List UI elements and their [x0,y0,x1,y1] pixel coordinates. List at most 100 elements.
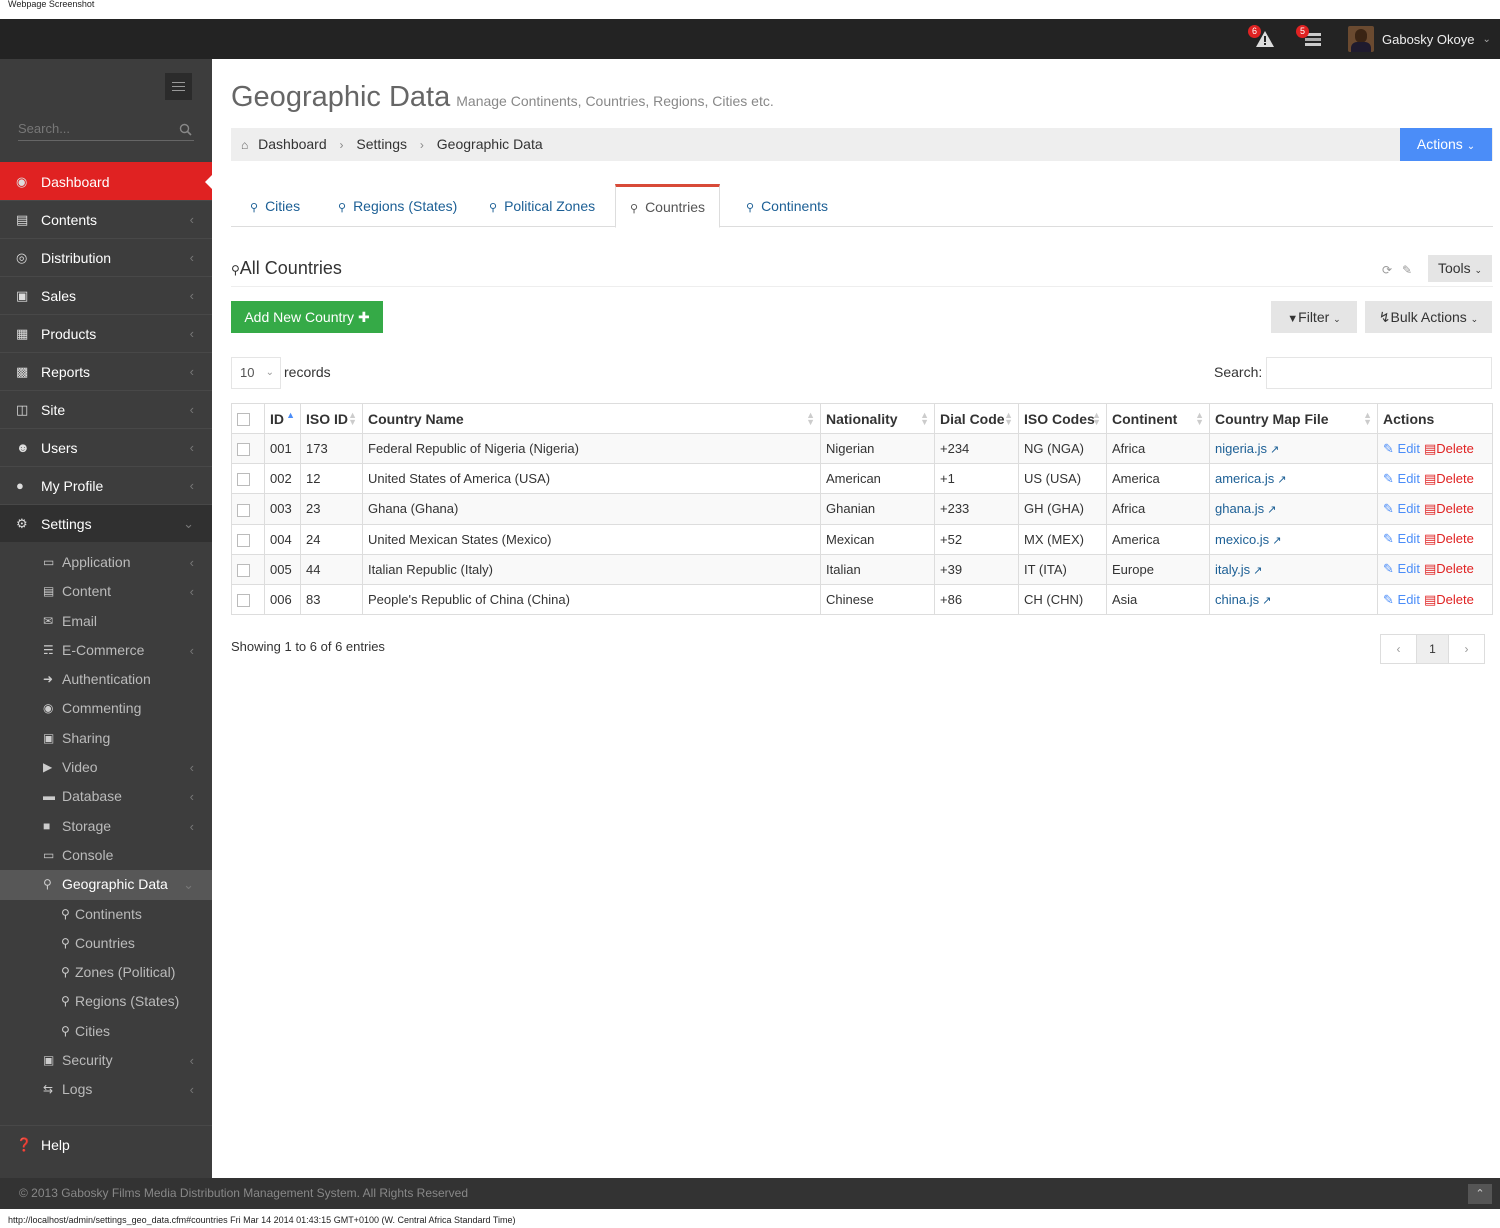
map-file-link[interactable]: america.js [1215,471,1274,486]
search-icon[interactable] [179,123,192,139]
actions-dropdown-button[interactable]: Actions ⌄ [1400,128,1492,161]
geo-item-regions[interactable]: ⚲ Regions (States) [0,987,212,1016]
delete-link[interactable]: ▤Delete [1424,592,1474,607]
pagination-next[interactable]: › [1448,634,1485,664]
map-file-link[interactable]: italy.js [1215,562,1250,577]
table-cell: Italian Republic (Italy) [362,553,821,585]
geo-item-zones[interactable]: ⚲ Zones (Political) [0,958,212,987]
sidebar-item-settings[interactable]: ⚙ Settings ⌄ [0,504,212,542]
row-checkbox[interactable] [237,533,250,547]
column-header-id[interactable]: ID ▲ [264,403,301,434]
column-header-nationality[interactable]: Nationality ▲ ▼ [820,403,935,434]
sidebar-item-contents[interactable]: ▤ Contents ‹ [0,200,212,238]
map-file-link[interactable]: nigeria.js [1215,441,1267,456]
database-icon: ▬ [43,789,55,804]
column-header-country-name[interactable]: Country Name ▲ ▼ [362,403,821,434]
edit-link[interactable]: ✎ Edit [1383,561,1420,576]
settings-item-ecommerce[interactable]: ☴ E-Commerce ‹ [0,636,212,665]
add-new-country-button[interactable]: Add New Country ✚ [231,301,383,333]
geo-item-continents[interactable]: ⚲ Continents [0,900,212,929]
settings-item-storage[interactable]: ■ Storage ‹ [0,812,212,841]
records-per-page-select[interactable]: 10 ⌄ [231,357,281,389]
sidebar-item-dashboard[interactable]: ◉ Dashboard [0,162,213,200]
settings-item-security[interactable]: ▣ Security ‹ [0,1046,212,1075]
edit-link[interactable]: ✎ Edit [1383,441,1420,456]
table-cell: 24 [300,523,363,555]
edit-link[interactable]: ✎ Edit [1383,592,1420,607]
edit-link[interactable]: ✎ Edit [1383,471,1420,486]
external-link-icon[interactable]: ↗ [1267,504,1276,516]
geo-item-countries[interactable]: ⚲ Countries [0,929,212,958]
pagination-page[interactable]: 1 [1416,634,1449,664]
column-header-map-file[interactable]: Country Map File ▲ ▼ [1209,403,1378,434]
column-header-iso-id[interactable]: ISO ID ▲ ▼ [300,403,363,434]
bulk-actions-button[interactable]: ↯Bulk Actions ⌄ [1365,301,1492,333]
table-cell: 173 [300,432,363,465]
delete-link[interactable]: ▤Delete [1424,561,1474,576]
select-all-checkbox[interactable] [237,413,250,427]
sidebar-item-sales[interactable]: ▣ Sales ‹ [0,276,212,314]
sidebar-search-input[interactable]: Search... [18,121,194,141]
sidebar-item-site[interactable]: ◫ Site ‹ [0,390,212,428]
map-file-link[interactable]: ghana.js [1215,501,1264,516]
external-link-icon[interactable]: ↗ [1272,535,1281,547]
sidebar-item-help[interactable]: ❓ Help [0,1125,212,1163]
settings-item-authentication[interactable]: ➜ Authentication [0,665,212,694]
sidebar-item-users[interactable]: ☻ Users ‹ [0,428,212,466]
breadcrumb-settings[interactable]: Settings [356,136,407,152]
alerts-button[interactable]: 6 [1248,25,1276,50]
filter-button[interactable]: ▼Filter ⌄ [1271,301,1357,333]
column-header-dial-code[interactable]: Dial Code ▲ ▼ [934,403,1019,434]
messages-button[interactable]: 5 [1296,25,1324,50]
pagination-prev[interactable]: ‹ [1380,634,1417,664]
tools-dropdown-button[interactable]: Tools ⌄ [1428,255,1492,282]
delete-link[interactable]: ▤Delete [1424,531,1474,546]
column-header-iso-codes[interactable]: ISO Codes ▲ ▼ [1018,403,1107,434]
chevron-up-icon[interactable]: ⌃ [1468,1184,1492,1204]
external-link-icon[interactable]: ↗ [1253,565,1262,577]
sidebar-item-distribution[interactable]: ◎ Distribution ‹ [0,238,212,276]
settings-item-application[interactable]: ▭ Application ‹ [0,548,212,577]
tab-countries[interactable]: ⚲ Countries [615,184,720,228]
settings-item-video[interactable]: ▶ Video ‹ [0,753,212,782]
settings-item-sharing[interactable]: ▣ Sharing [0,724,212,753]
delete-link[interactable]: ▤Delete [1424,441,1474,456]
sidebar-toggle-button[interactable] [165,73,192,100]
tab-political-zones[interactable]: ⚲ Political Zones [489,184,595,227]
geo-item-cities[interactable]: ⚲ Cities [0,1017,212,1046]
table-search-input[interactable] [1266,357,1492,389]
edit-link[interactable]: ✎ Edit [1383,531,1420,546]
settings-item-email[interactable]: ✉ Email [0,607,212,636]
external-link-icon[interactable]: ↗ [1270,444,1279,456]
settings-item-logs[interactable]: ⇆ Logs ‹ [0,1075,212,1104]
map-file-link[interactable]: china.js [1215,592,1259,607]
sidebar-item-products[interactable]: ▦ Products ‹ [0,314,212,352]
row-checkbox[interactable] [237,594,250,608]
sidebar-item-my-profile[interactable]: ● My Profile ‹ [0,466,212,504]
map-file-link[interactable]: mexico.js [1215,532,1269,547]
settings-item-database[interactable]: ▬ Database ‹ [0,782,212,811]
external-link-icon[interactable]: ↗ [1262,595,1271,607]
delete-link[interactable]: ▤Delete [1424,471,1474,486]
wrench-icon[interactable]: ✎ [1402,263,1412,277]
tab-cities[interactable]: ⚲ Cities [250,184,300,227]
row-checkbox[interactable] [237,503,250,517]
tab-continents[interactable]: ⚲ Continents [746,184,828,227]
settings-item-content[interactable]: ▤ Content ‹ [0,577,212,606]
tab-regions[interactable]: ⚲ Regions (States) [338,184,457,227]
breadcrumb-dashboard[interactable]: Dashboard [258,136,327,152]
settings-item-geographic-data[interactable]: ⚲ Geographic Data ⌄ [0,870,212,900]
row-checkbox[interactable] [237,563,250,577]
row-checkbox[interactable] [237,443,250,457]
edit-link[interactable]: ✎ Edit [1383,501,1420,516]
delete-link[interactable]: ▤Delete [1424,501,1474,516]
table-row: 003 23 Ghana (Ghana) Ghanian +233 GH (GHA) Afr… [231,493,1493,525]
reload-icon[interactable]: ⟳ [1382,263,1392,277]
user-menu[interactable]: Gabosky Okoye ⌄ [1348,25,1491,53]
settings-item-console[interactable]: ▭ Console [0,841,212,870]
column-header-continent[interactable]: Continent ▲ ▼ [1106,403,1210,434]
settings-item-commenting[interactable]: ◉ Commenting [0,694,212,723]
sidebar-item-reports[interactable]: ▩ Reports ‹ [0,352,212,390]
external-link-icon[interactable]: ↗ [1277,474,1286,486]
row-checkbox[interactable] [237,473,250,487]
